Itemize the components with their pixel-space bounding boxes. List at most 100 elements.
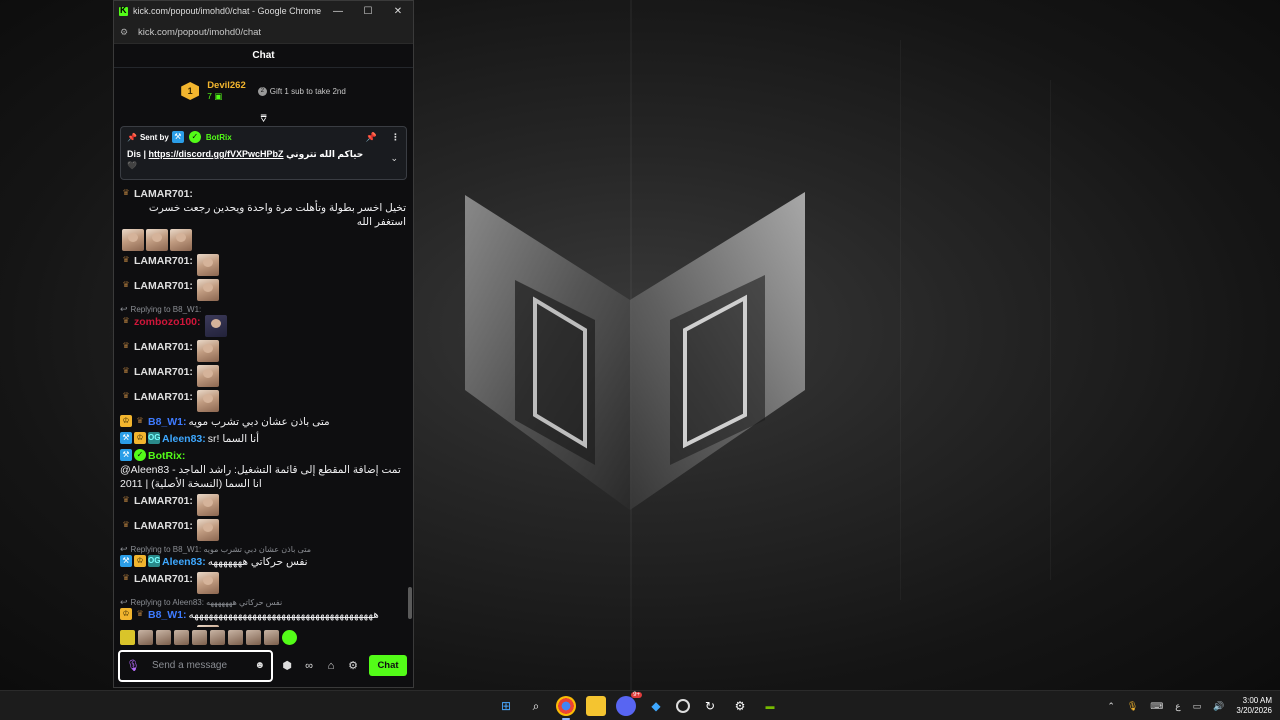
chat-emote[interactable] (146, 229, 168, 251)
chat-message[interactable]: ⚒ ♔ OG Aleen83: أنا السما !sr (120, 432, 406, 446)
chat-message[interactable]: ♛LAMAR701: (120, 390, 406, 412)
microphone-tray-icon[interactable]: 🎙 (1127, 701, 1138, 712)
chat-message[interactable]: ♔ ♛ B8_W1: متى باذن عشان دبي تشرب مويه (120, 415, 406, 429)
emote-quick-6[interactable] (210, 629, 225, 645)
file-explorer-icon[interactable] (586, 696, 606, 716)
emote-quick-9[interactable] (264, 629, 279, 645)
chrome-icon[interactable] (556, 696, 576, 720)
keyboard-icon[interactable]: ⌨ (1150, 701, 1163, 712)
input-language[interactable]: ع (1175, 701, 1180, 712)
chat-username[interactable]: LAMAR701: (134, 572, 193, 586)
chat-message[interactable]: ⚒ ♔ OG Aleen83: نفس حركاتي هههههههه (120, 555, 406, 569)
chat-message[interactable]: ♛LAMAR701: (120, 365, 406, 387)
network-icon[interactable]: ▭ (1193, 701, 1202, 712)
emote-quick-2[interactable] (138, 629, 153, 645)
chat-message[interactable]: ♛LAMAR701: (120, 494, 406, 516)
chat-emote[interactable] (196, 365, 219, 387)
chat-message[interactable]: ♛LAMAR701: (120, 340, 406, 362)
chat-message[interactable]: ♛LAMAR701: (120, 625, 406, 627)
chat-username[interactable]: LAMAR701: (134, 390, 193, 404)
address-bar[interactable]: ⚙ kick.com/popout/imohd0/chat (114, 21, 413, 44)
chat-emote[interactable] (170, 229, 192, 251)
gift-sub-prompt[interactable]: 2 Gift 1 sub to take 2nd (257, 86, 346, 96)
chat-message[interactable]: ♔ ♛ B8_W1: ههههههههههههههههههههههههههههههه… (120, 608, 406, 622)
store-icon[interactable]: ⌂ (323, 660, 339, 672)
chat-username[interactable]: LAMAR701: (134, 625, 193, 627)
emote-quick-10[interactable] (282, 629, 297, 645)
chat-username[interactable]: Aleen83: (162, 555, 206, 569)
settings-gear-icon[interactable]: ⚙ (345, 659, 361, 672)
send-message-input[interactable]: 🎙 Send a message ☻ (118, 649, 273, 682)
clock[interactable]: 3:00 AM 3/20/2026 (1236, 696, 1272, 716)
emote-quick-4[interactable] (174, 629, 189, 645)
chat-username[interactable]: LAMAR701: (134, 519, 193, 533)
chat-emote[interactable] (196, 340, 219, 362)
maximize-button[interactable]: ☐ (353, 1, 383, 21)
chat-message[interactable]: ♛ LAMAR701: تخيل اخسر بطولة وتأهلت مرة وا… (120, 187, 406, 251)
discord-link[interactable]: https://discord.gg/fVXPwcHPbZ (149, 149, 284, 159)
chat-username[interactable]: B8_W1: (148, 608, 187, 622)
discord-icon[interactable]: 9+ (616, 692, 642, 716)
chat-message[interactable]: ♛ zombozo100: (120, 315, 406, 337)
reply-context[interactable]: ↩ Replying to B8_W1: متى باذن عشان دبي تش… (120, 544, 406, 555)
kicks-icon[interactable]: ⬢ (279, 659, 295, 672)
emoji-picker-icon[interactable]: ☻ (254, 660, 265, 671)
chat-username[interactable]: LAMAR701: (134, 187, 193, 201)
chat-username[interactable]: LAMAR701: (134, 365, 193, 379)
chat-emote[interactable] (196, 494, 219, 516)
leaderboard-username[interactable]: Devil262 (207, 80, 246, 91)
chat-emote[interactable] (196, 390, 219, 412)
chat-username[interactable]: LAMAR701: (134, 340, 193, 354)
infinity-icon[interactable]: ∞ (301, 660, 317, 672)
chat-message[interactable]: ♛LAMAR701: (120, 519, 406, 541)
chat-send-button[interactable]: Chat (369, 655, 407, 676)
chat-scrollbar[interactable] (408, 587, 412, 619)
volume-icon[interactable]: 🔊 (1213, 701, 1224, 712)
leaderboard-collapse-icon[interactable]: ⩢ (114, 112, 413, 126)
chat-message[interactable]: ♛LAMAR701: (120, 254, 406, 276)
chat-message-text: نفس حركاتي هههههههه (207, 556, 308, 568)
reply-context[interactable]: ↩ Replying to Aleen83: نفس حركاتي ههههههه… (120, 597, 406, 608)
pinned-sender[interactable]: BotRix (206, 133, 232, 142)
chat-emote[interactable] (196, 519, 219, 541)
tray-chevron-icon[interactable]: ⌃ (1107, 701, 1115, 712)
minimize-button[interactable]: — (323, 1, 353, 21)
emote-quick-3[interactable] (156, 629, 171, 645)
chat-emote[interactable] (122, 229, 144, 251)
chat-username[interactable]: LAMAR701: (134, 279, 193, 293)
close-button[interactable]: ✕ (383, 1, 413, 21)
chat-emote[interactable] (196, 625, 219, 627)
crown-badge-icon: ♔ (134, 555, 146, 567)
chat-username[interactable]: Aleen83: (162, 432, 206, 446)
chat-message[interactable]: ♛LAMAR701: (120, 279, 406, 301)
emote-quick-8[interactable] (246, 629, 261, 645)
chat-message[interactable]: ♛LAMAR701: (120, 572, 406, 594)
chat-username[interactable]: zombozo100: (134, 315, 201, 329)
chat-username[interactable]: LAMAR701: (134, 494, 193, 508)
settings-icon[interactable]: ⚙ (730, 696, 750, 716)
emote-quick-7[interactable] (228, 629, 243, 645)
chat-username[interactable]: BotRix: (148, 449, 185, 463)
og-badge-icon: OG (148, 555, 161, 567)
more-options-icon[interactable]: ⋮ (391, 132, 400, 143)
emote-quick-5[interactable] (192, 629, 207, 645)
microphone-icon[interactable]: 🎙 (126, 659, 140, 672)
unpin-icon[interactable]: 📌 (366, 132, 377, 143)
vscode-icon[interactable]: ◆ (646, 696, 666, 716)
nvidia-icon[interactable]: ▬ (760, 696, 780, 716)
chat-emote[interactable] (196, 279, 219, 301)
site-info-icon[interactable]: ⚙ (120, 27, 132, 38)
emote-quick-1[interactable] (120, 629, 135, 645)
obs-icon[interactable] (676, 699, 690, 713)
chat-emote[interactable] (196, 254, 219, 276)
reply-context[interactable]: ↩ Replying to B8_W1: (120, 304, 406, 315)
windows-start-icon[interactable]: ⊞ (496, 696, 516, 716)
steam-helper-icon[interactable]: ↻ (700, 696, 720, 716)
chat-username[interactable]: LAMAR701: (134, 254, 193, 268)
chat-emote[interactable] (196, 572, 219, 594)
chat-message[interactable]: ⚒ ✓ BotRix: @Aleen83 تمت إضافة المقطع إلى … (120, 449, 406, 491)
search-icon[interactable]: ⌕ (526, 696, 546, 716)
expand-chevron-icon[interactable]: ⌄ (390, 153, 398, 164)
chat-username[interactable]: B8_W1: (148, 415, 187, 429)
chat-emote[interactable] (204, 315, 227, 337)
